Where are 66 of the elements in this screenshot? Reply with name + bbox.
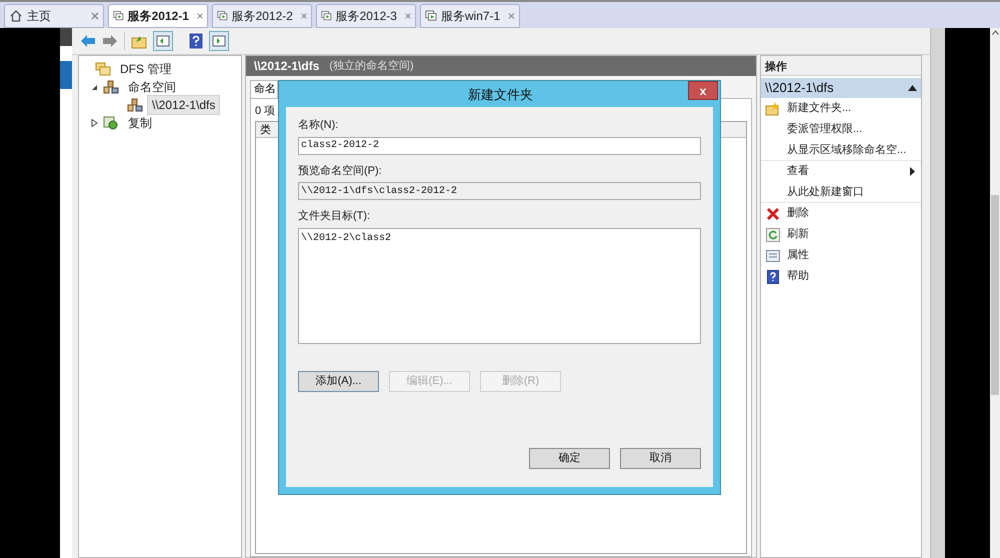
list-item[interactable]: \\2012-2\class2 — [301, 230, 698, 246]
new-folder-icon — [765, 101, 781, 116]
field-label: 预览命名空间(P): — [298, 164, 383, 178]
monitor-icon — [217, 9, 228, 23]
close-icon[interactable] — [91, 12, 99, 20]
action-item[interactable]: 刷新 — [787, 226, 915, 243]
scrollbar-thumb[interactable] — [991, 195, 999, 395]
close-icon[interactable] — [300, 12, 307, 20]
close-icon[interactable] — [404, 12, 411, 20]
close-icon[interactable] — [508, 12, 515, 20]
tree-item[interactable]: 复制 — [123, 113, 157, 133]
panel-icon[interactable] — [153, 31, 173, 51]
action-item[interactable]: 从显示区域移除命名空... — [787, 142, 915, 158]
tab[interactable]: 服务2012-2 — [212, 4, 312, 28]
monitor-icon — [425, 9, 437, 23]
tab[interactable]: 服务win7-1 — [420, 4, 520, 28]
actions-header: 操作 — [761, 56, 921, 76]
action-item[interactable]: 删除 — [787, 205, 915, 222]
help-icon — [767, 270, 779, 284]
namespace-tab[interactable]: 命名 — [250, 80, 278, 98]
folders-icon — [95, 62, 111, 76]
refresh-icon — [766, 228, 780, 242]
submenu-arrow-icon — [910, 167, 915, 176]
action-item[interactable]: 帮助 — [787, 268, 915, 285]
server-group-icon — [103, 80, 119, 94]
home-icon — [9, 9, 23, 23]
back-icon[interactable] — [80, 34, 96, 48]
namespace-title: \\2012-1\dfs — [254, 58, 320, 75]
target-list[interactable]: \\2012-2\class2 — [298, 228, 701, 344]
field-label: 文件夹目标(T): — [298, 208, 372, 224]
item-count: 0 项 — [255, 104, 276, 119]
text-field[interactable]: class2-2012-2 — [298, 136, 701, 154]
panel-icon[interactable] — [209, 31, 229, 51]
collapse-icon[interactable] — [908, 85, 917, 91]
sync-icon — [103, 116, 119, 130]
namespace-type: (独立的命名空间) — [329, 58, 414, 74]
server-group-icon — [127, 98, 143, 112]
collapse-icon[interactable] — [90, 84, 98, 90]
action-item[interactable]: 查看 — [787, 163, 904, 180]
action-item[interactable]: 属性 — [787, 247, 915, 264]
field-label: 名称(N): — [298, 118, 340, 133]
close-button[interactable]: x — [688, 81, 718, 100]
tab[interactable]: 服务2012-1 — [108, 4, 208, 28]
tree-item[interactable]: DFS 管理 — [115, 59, 176, 79]
dialog-button[interactable]: 添加(A)... — [298, 370, 379, 392]
forward-icon[interactable] — [102, 34, 118, 48]
dialog-title: 新建文件夹 — [467, 86, 534, 104]
help-icon[interactable] — [189, 33, 203, 49]
tree-item[interactable]: 命名空间 — [123, 77, 181, 97]
tree-item[interactable]: \\2012-1\dfs — [147, 95, 220, 115]
action-item[interactable]: 新建文件夹... — [787, 100, 915, 117]
dialog-button[interactable]: 确定 — [529, 448, 610, 469]
text-field[interactable]: \\2012-1\dfs\class2-2012-2 — [298, 182, 701, 200]
scroll-up-icon[interactable] — [992, 30, 998, 35]
close-icon[interactable] — [196, 12, 203, 20]
monitor-icon — [113, 9, 124, 23]
tab[interactable]: 主页 — [4, 4, 104, 28]
properties-icon — [766, 248, 780, 262]
expand-icon[interactable] — [90, 119, 98, 127]
tab[interactable]: 服务2012-3 — [316, 4, 416, 28]
monitor-icon — [321, 9, 332, 23]
delete-icon — [766, 206, 780, 220]
action-item[interactable]: 委派管理权限... — [787, 121, 915, 138]
dialog-button[interactable]: 取消 — [620, 448, 701, 469]
action-item[interactable]: 从此处新建窗口 — [787, 184, 915, 200]
actions-section[interactable]: \\2012-1\dfs — [761, 78, 921, 98]
